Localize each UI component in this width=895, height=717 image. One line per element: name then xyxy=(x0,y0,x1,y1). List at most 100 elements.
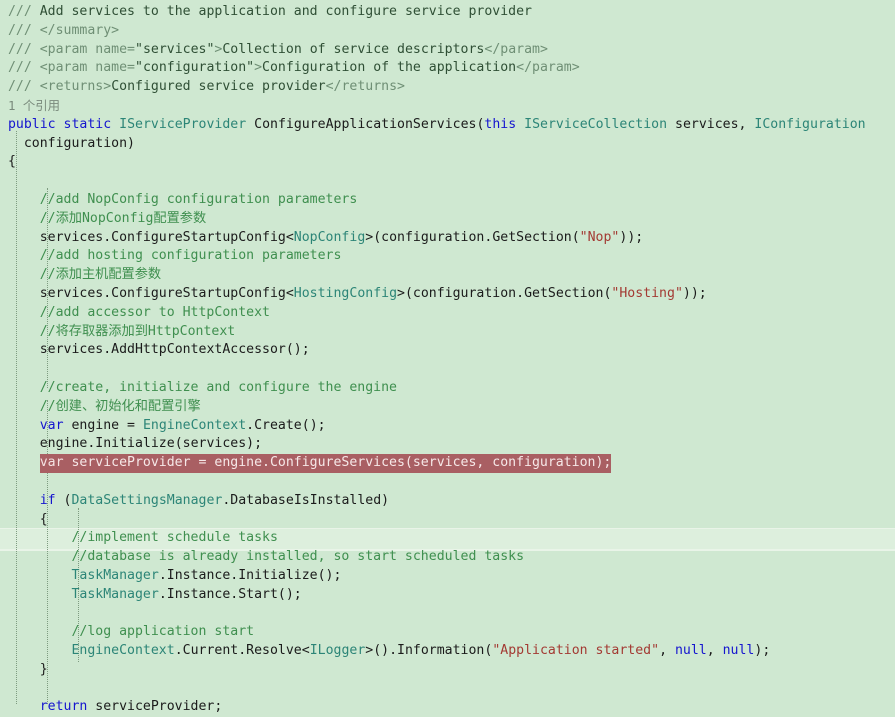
code-line[interactable]: EngineContext.Current.Resolve<ILogger>()… xyxy=(0,642,895,661)
arg-object: configuration. xyxy=(412,285,525,301)
generic-open: < xyxy=(285,229,294,245)
line-tail: )); xyxy=(682,285,707,301)
doc-text: Configured service provider xyxy=(111,79,326,95)
doc-attr-value: "services" xyxy=(135,41,215,57)
keyword-var: var xyxy=(39,417,64,433)
code-line[interactable]: TaskManager.Instance.Start(); xyxy=(0,586,895,605)
code-line[interactable]: services.ConfigureStartupConfig<NopConfi… xyxy=(0,229,895,248)
keyword-static: static xyxy=(63,116,112,132)
code-line-blank[interactable] xyxy=(0,680,895,699)
dot: . xyxy=(246,417,255,433)
code-line-blank[interactable] xyxy=(0,473,895,492)
selection-highlight[interactable]: var serviceProvider = engine.ConfigureSe… xyxy=(39,454,612,473)
code-line-comment[interactable]: //add hosting configuration parameters xyxy=(0,247,895,266)
code-line-comment[interactable]: //创建、初始化和配置引擎 xyxy=(0,398,895,417)
method-call: ConfigureStartupConfig xyxy=(111,229,286,245)
code-line[interactable]: var engine = EngineContext.Create(); xyxy=(0,417,895,436)
keyword-null: null xyxy=(674,643,707,659)
code-line-comment[interactable]: //create, initialize and configure the e… xyxy=(0,379,895,398)
code-lines: /// Add services to the application and … xyxy=(0,3,895,717)
type-ref: TaskManager xyxy=(71,586,159,602)
code-line-comment[interactable]: //添加主机配置参数 xyxy=(0,266,895,285)
code-line-selected[interactable]: var serviceProvider = engine.ConfigureSe… xyxy=(0,454,895,473)
doc-gt: > xyxy=(254,60,263,76)
code-line-signature-continuation[interactable]: configuration) xyxy=(0,135,895,154)
code-line-comment[interactable]: //add NopConfig configuration parameters xyxy=(0,191,895,210)
object-ref: services. xyxy=(39,229,112,245)
doc-text: Add services to the application and conf… xyxy=(39,4,532,19)
doc-tag-close: </param> xyxy=(484,41,548,57)
keyword-return: return xyxy=(39,699,88,715)
code-line-comment[interactable]: //add accessor to HttpContext xyxy=(0,304,895,323)
line-tail: (); xyxy=(301,417,326,433)
open-paren: ( xyxy=(55,492,72,508)
comma: , xyxy=(738,116,755,132)
param-type-2: IConfiguration xyxy=(754,116,866,132)
arg-object: configuration. xyxy=(381,229,493,245)
object-ref: services. xyxy=(39,285,112,301)
code-line[interactable]: /// <param name="services">Collection of… xyxy=(0,41,895,60)
code-line-comment[interactable]: //添加NopConfig配置参数 xyxy=(0,210,895,229)
string-literal: "Application started" xyxy=(492,643,660,659)
selected-statement: serviceProvider = engine.ConfigureServic… xyxy=(63,455,612,471)
doc-text: Collection of service descriptors xyxy=(222,41,485,57)
type-ref: TaskManager xyxy=(71,567,159,583)
code-line[interactable]: /// </summary> xyxy=(0,22,895,41)
param-name-1: services xyxy=(675,116,739,132)
generic-close: >( xyxy=(365,229,382,245)
doc-tag-close: </returns> xyxy=(325,79,405,95)
variable-assign: engine = xyxy=(63,417,143,433)
code-line-blank[interactable] xyxy=(0,172,895,191)
doc-slashes: /// xyxy=(7,79,40,95)
code-line-method-signature[interactable]: public static IServiceProvider Configure… xyxy=(0,116,895,135)
string-literal: "Hosting" xyxy=(611,285,683,301)
code-line[interactable]: engine.Initialize(services); xyxy=(0,435,895,454)
comment-text-cn: //添加NopConfig配置参数 xyxy=(39,210,207,226)
code-line[interactable]: services.AddHttpContextAccessor(); xyxy=(0,341,895,360)
object-ref: engine. xyxy=(39,436,96,452)
doc-slashes: /// xyxy=(7,41,40,57)
param-name-2: configuration) xyxy=(23,135,135,151)
doc-tag-open: <returns> xyxy=(39,79,112,95)
comment-text: //log application start xyxy=(71,624,255,640)
codelens-reference-count[interactable]: 1 个引用 xyxy=(8,98,60,113)
code-line-blank[interactable] xyxy=(0,605,895,624)
keyword-if: if xyxy=(39,492,56,508)
code-line[interactable]: /// Add services to the application and … xyxy=(0,3,895,22)
doc-text: Configuration of the application xyxy=(262,60,517,76)
comma: , xyxy=(706,643,723,659)
doc-slashes: /// xyxy=(7,22,40,38)
brace: { xyxy=(39,511,48,527)
code-line[interactable]: services.ConfigureStartupConfig<HostingC… xyxy=(0,285,895,304)
code-line-open-brace[interactable]: { xyxy=(0,511,895,530)
method-call: ConfigureStartupConfig xyxy=(111,285,286,301)
generic-open: < xyxy=(301,643,310,659)
line-tail: (services); xyxy=(174,436,263,452)
generic-type: NopConfig xyxy=(293,229,366,245)
comment-text-cn: //添加主机配置参数 xyxy=(39,267,162,283)
code-line-comment[interactable]: //将存取器添加到HttpContext xyxy=(0,323,895,342)
comment-text: //create, initialize and configure the e… xyxy=(39,379,397,395)
close-paren: ) xyxy=(381,492,390,508)
method-call: Information xyxy=(397,643,485,659)
paren: ( xyxy=(571,229,580,245)
code-editor[interactable]: /// Add services to the application and … xyxy=(0,0,895,714)
code-line-comment[interactable]: //implement schedule tasks xyxy=(0,529,895,548)
codelens-line[interactable]: 1 个引用 xyxy=(0,97,895,116)
comma: , xyxy=(659,643,675,659)
code-line-return[interactable]: return serviceProvider; xyxy=(0,698,895,717)
comment-text: //database is already installed, so star… xyxy=(71,549,525,565)
brace: } xyxy=(39,661,48,677)
keyword-null: null xyxy=(722,643,755,659)
generic-type: ILogger xyxy=(309,643,366,659)
code-line[interactable]: TaskManager.Instance.Initialize(); xyxy=(0,567,895,586)
code-line[interactable]: /// <param name="configuration">Configur… xyxy=(0,59,895,78)
code-line[interactable]: /// <returns>Configured service provider… xyxy=(0,78,895,97)
code-line-open-brace[interactable]: { xyxy=(0,153,895,172)
code-line-blank[interactable] xyxy=(0,360,895,379)
code-line-close-brace[interactable]: } xyxy=(0,661,895,680)
line-tail: )); xyxy=(619,229,644,245)
code-line-comment[interactable]: //log application start xyxy=(0,623,895,642)
code-line-comment[interactable]: //database is already installed, so star… xyxy=(0,548,895,567)
code-line-if[interactable]: if (DataSettingsManager.DatabaseIsInstal… xyxy=(0,492,895,511)
